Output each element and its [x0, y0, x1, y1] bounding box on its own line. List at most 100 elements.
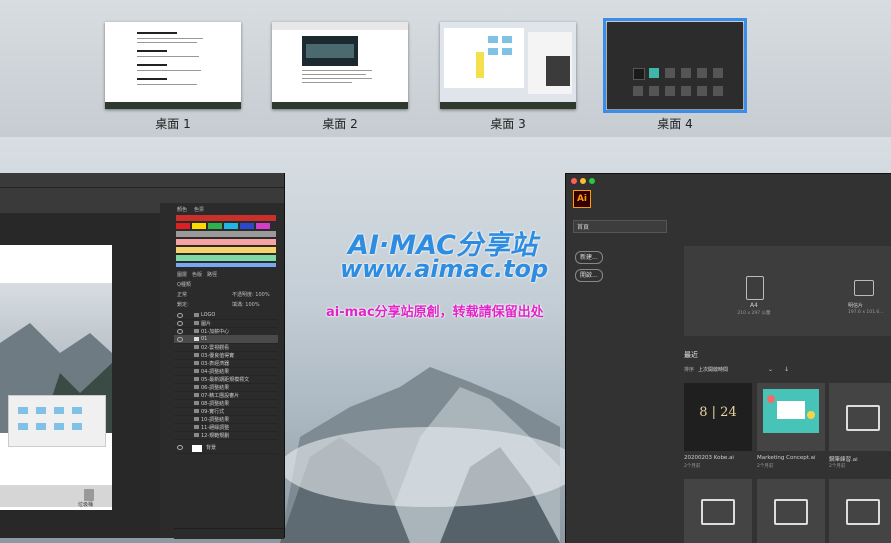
fill-field[interactable]: 填滿: 100%	[232, 301, 260, 308]
layer-name: 背景	[206, 445, 217, 451]
space-label: 桌面 1	[155, 117, 191, 131]
new-file-button[interactable]: 新建...	[575, 251, 603, 264]
folder-icon	[194, 417, 199, 421]
dock-tooltip: 垃圾桶	[78, 502, 94, 508]
preset-postcard-size: 197.6 x 101.6...	[848, 310, 884, 315]
recent-file-tile[interactable]: 8 | 24	[684, 383, 752, 451]
recent-file-name: 20200203 Kobe.ai	[684, 455, 734, 461]
space-desktop-3[interactable]: 桌面 3	[440, 22, 576, 131]
layer-row[interactable]: 背景	[174, 443, 278, 454]
folder-icon	[194, 377, 199, 381]
presets-area: A4 210 x 297 公釐 明信片 197.6 x 101.6...	[684, 246, 891, 336]
open-file-button[interactable]: 開啟...	[575, 269, 603, 282]
layer-thumbnail	[192, 445, 202, 452]
preset-postcard-label: 明信片	[848, 303, 864, 309]
eye-icon[interactable]	[177, 321, 183, 326]
recent-file-tile[interactable]	[829, 479, 891, 543]
ps-panels: 顏色 色票 圖層 色版 路徑 Q種類 正常 不透明度: 100% 鎖定: 填滿:…	[174, 203, 284, 539]
space-desktop-1[interactable]: 桌面 1	[105, 22, 241, 131]
preset-a4-tile[interactable]: A4 210 x 297 公釐	[724, 276, 784, 332]
ps-options-bar	[0, 187, 284, 204]
document-icon	[746, 276, 764, 300]
sort-select[interactable]: 上次開啟時間	[698, 366, 728, 373]
illustrator-window[interactable]: Ai 首頁 新建... 開啟... A4 210 x 297 公釐 明信片 19…	[565, 173, 891, 543]
space-desktop-4[interactable]: 桌面 4	[603, 18, 747, 131]
opacity-field[interactable]: 不透明度: 100%	[232, 291, 270, 298]
chevron-down-icon[interactable]: ⌄	[768, 366, 773, 373]
space-thumbnail[interactable]	[603, 18, 747, 113]
ps-canvas-area[interactable]: 垃圾桶	[0, 203, 160, 538]
ps-ruler	[0, 203, 160, 213]
layers-footer-icons[interactable]	[174, 528, 284, 539]
eye-icon[interactable]	[177, 329, 183, 334]
layer-name: 11-絕緣調整	[201, 425, 230, 431]
zoom-button[interactable]	[589, 178, 595, 184]
illustrator-logo: Ai	[573, 190, 591, 208]
layer-name: 08-調整結果	[201, 401, 230, 407]
home-search-field[interactable]: 首頁	[573, 220, 667, 233]
folder-icon	[194, 329, 199, 333]
layer-name: 05-最新期距規模標文	[201, 377, 250, 383]
recent-file-date: 2个月前	[829, 464, 846, 469]
layer-name: 06-調整結果	[201, 385, 230, 391]
layer-name: 07-精工團設審片	[201, 393, 240, 399]
folder-icon	[194, 353, 199, 357]
layer-name: 03-優良值得實	[201, 353, 235, 359]
trash-icon	[84, 489, 94, 501]
recent-file-tile[interactable]	[684, 479, 752, 543]
recent-file-name: Marketing Concept.ai	[757, 455, 816, 461]
layer-kind-filter[interactable]: Q種類	[177, 281, 191, 288]
image-placeholder-icon	[701, 499, 735, 525]
folder-icon	[194, 369, 199, 373]
image-placeholder-icon	[846, 405, 880, 431]
minimize-button[interactable]	[580, 178, 586, 184]
layer-row[interactable]: 12-規範規劃	[174, 431, 278, 440]
eye-icon[interactable]	[177, 313, 183, 318]
layer-name: 01-加薪中心	[201, 329, 230, 335]
ps-titlebar	[0, 173, 284, 187]
swatches-grid[interactable]	[176, 215, 276, 267]
layers-list: LOGO 圖片 01-加薪中心 01 02-雲視觀看 03-優良值得實 03-表…	[174, 311, 278, 461]
folder-icon	[194, 385, 199, 389]
recent-file-tile[interactable]	[757, 479, 825, 543]
sort-label: 排序	[684, 367, 695, 373]
eye-icon[interactable]	[177, 445, 183, 450]
channels-tab[interactable]: 色版	[192, 271, 202, 278]
recent-file-tile[interactable]	[829, 383, 891, 451]
eye-icon[interactable]	[177, 337, 183, 342]
layer-name: 03-表經濟器	[201, 361, 230, 367]
space-desktop-2[interactable]: 桌面 2	[272, 22, 408, 131]
folder-icon	[194, 433, 199, 437]
watermark-url: www.aimac.top	[340, 255, 549, 283]
space-thumbnail[interactable]	[272, 22, 408, 109]
file-thumbnail-text: 8 | 24	[699, 405, 737, 420]
recent-file-date: 2个月前	[757, 464, 774, 469]
photoshop-window[interactable]: 垃圾桶 顏色 色票 圖層 色版 路徑 Q種類 正常 不透明度: 100% 鎖定:	[0, 173, 285, 539]
folder-icon	[194, 345, 199, 349]
close-button[interactable]	[571, 178, 577, 184]
layer-name: 圖片	[201, 321, 212, 327]
blend-mode-select[interactable]: 正常	[177, 291, 187, 298]
layer-name: 10-調整結果	[201, 417, 230, 423]
folder-icon	[194, 409, 199, 413]
layer-name: 04-調整結果	[201, 369, 230, 375]
paths-tab[interactable]: 路徑	[207, 271, 217, 278]
space-label: 桌面 4	[657, 117, 693, 131]
ps-toolbar[interactable]	[160, 203, 174, 538]
image-placeholder-icon	[774, 499, 808, 525]
panel-tab-color[interactable]: 顏色	[177, 206, 187, 213]
spaces-bar: 桌面 1 桌面 2 桌面 3 桌面 4	[0, 0, 891, 137]
recent-file-tile[interactable]	[757, 383, 825, 451]
folder-icon	[194, 393, 199, 397]
panel-tab-swatches[interactable]: 色票	[194, 206, 204, 213]
layer-name: 02-雲視觀看	[201, 345, 230, 351]
space-thumbnail[interactable]	[440, 22, 576, 109]
preset-postcard-tile[interactable]: 明信片 197.6 x 101.6...	[848, 280, 891, 332]
sort-direction-icon[interactable]: ↓	[784, 366, 789, 373]
layers-tab[interactable]: 圖層	[177, 271, 187, 278]
layer-name: 01	[201, 336, 208, 342]
space-label: 桌面 2	[322, 117, 358, 131]
space-thumbnail[interactable]	[105, 22, 241, 109]
ps-dock-strip	[0, 485, 112, 507]
ps-document[interactable]: 垃圾桶	[0, 245, 112, 510]
